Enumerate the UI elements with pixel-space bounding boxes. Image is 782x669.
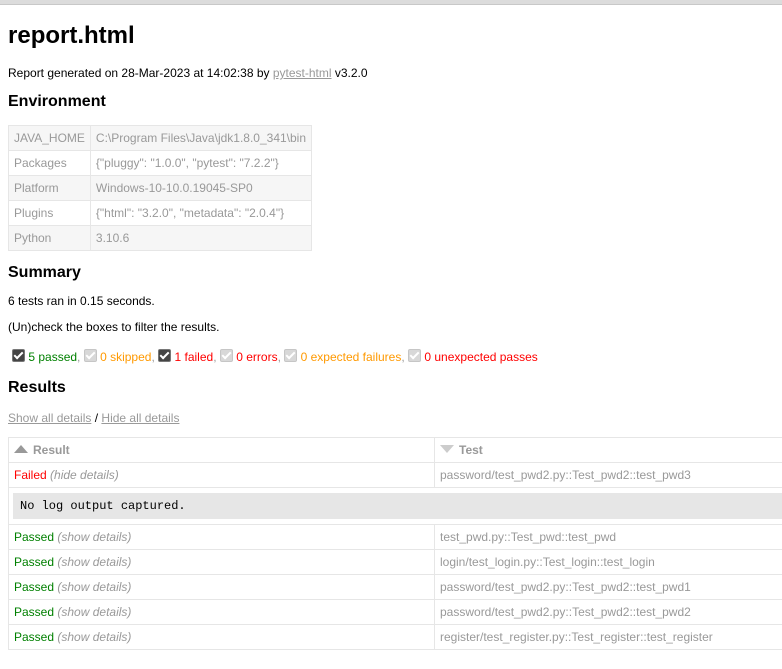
env-value: {"html": "3.2.0", "metadata": "2.0.4"} bbox=[89, 200, 313, 226]
table-row: Passed (show details) password/test_pwd2… bbox=[8, 574, 782, 600]
summary-hint: (Un)check the boxes to filter the result… bbox=[8, 320, 220, 334]
env-key: Python bbox=[8, 225, 91, 251]
result-status: Passed bbox=[14, 605, 55, 619]
env-row: Packages {"pluggy": "1.0.0", "pytest": "… bbox=[8, 150, 313, 176]
filter-passed-label: 5 passed bbox=[28, 350, 78, 364]
test-name-cell: login/test_login.py::Test_login::test_lo… bbox=[434, 549, 782, 575]
filter-passed[interactable]: 5 passed, bbox=[12, 349, 80, 365]
result-cell: Passed (show details) bbox=[8, 574, 435, 600]
result-cell: Failed (hide details) bbox=[8, 462, 435, 488]
filter-skipped-checkbox bbox=[83, 349, 97, 362]
test-name-cell: password/test_pwd2.py::Test_pwd2::test_p… bbox=[434, 462, 782, 488]
pytest-html-link[interactable]: pytest-html bbox=[273, 66, 332, 80]
summary-heading: Summary bbox=[8, 264, 81, 281]
filter-skipped-label: 0 skipped bbox=[100, 350, 152, 364]
filter-separator: , bbox=[151, 350, 155, 364]
env-row: Plugins {"html": "3.2.0", "metadata": "2… bbox=[8, 200, 313, 226]
result-cell: Passed (show details) bbox=[8, 599, 435, 625]
details-links: Show all details / Hide all details bbox=[8, 411, 179, 425]
env-row: JAVA_HOME C:\Program Files\Java\jdk1.8.0… bbox=[8, 125, 313, 151]
filter-failed-label: 1 failed bbox=[174, 350, 214, 364]
env-key: Platform bbox=[8, 175, 91, 201]
table-row: Passed (show details) test_pwd.py::Test_… bbox=[8, 524, 782, 550]
table-row: Passed (show details) register/test_regi… bbox=[8, 624, 782, 650]
filter-separator: , bbox=[277, 350, 281, 364]
filter-unexpected-passes-label: 0 unexpected passes bbox=[424, 350, 538, 364]
toggle-details-link[interactable]: (hide details) bbox=[50, 468, 119, 482]
results-table: Result Test Failed (hide details) passwo… bbox=[8, 437, 782, 650]
result-status: Passed bbox=[14, 630, 55, 644]
filter-separator: , bbox=[401, 350, 405, 364]
filter-expected-failures: 0 expected failures, bbox=[284, 349, 405, 365]
log-cell: No log output captured. bbox=[8, 487, 782, 525]
summary-ran: 6 tests ran in 0.15 seconds. bbox=[8, 294, 155, 308]
generated-suffix: v3.2.0 bbox=[331, 66, 368, 80]
page-title: report.html bbox=[8, 22, 135, 49]
result-status: Passed bbox=[14, 580, 55, 594]
result-status: Passed bbox=[14, 555, 55, 569]
log-row: No log output captured. bbox=[8, 487, 782, 525]
hide-all-details-link[interactable]: Hide all details bbox=[101, 411, 179, 425]
env-value: 3.10.6 bbox=[89, 225, 313, 251]
sort-descending-icon bbox=[440, 445, 454, 453]
results-header-row: Result Test bbox=[8, 437, 782, 463]
test-column-header[interactable]: Test bbox=[434, 437, 782, 463]
table-row: Failed (hide details) password/test_pwd2… bbox=[8, 462, 782, 488]
toggle-details-link[interactable]: (show details) bbox=[57, 555, 131, 569]
toggle-details-link[interactable]: (show details) bbox=[57, 605, 131, 619]
filter-separator: , bbox=[77, 350, 81, 364]
env-value: Windows-10-10.0.19045-SP0 bbox=[89, 175, 313, 201]
filter-failed-checkbox[interactable] bbox=[158, 349, 172, 362]
env-value: {"pluggy": "1.0.0", "pytest": "7.2.2"} bbox=[89, 150, 313, 176]
result-column-header[interactable]: Result bbox=[8, 437, 435, 463]
filter-passed-checkbox[interactable] bbox=[12, 349, 25, 362]
test-name-cell: test_pwd.py::Test_pwd::test_pwd bbox=[434, 524, 782, 550]
test-column-label: Test bbox=[459, 443, 483, 457]
details-links-separator: / bbox=[91, 411, 102, 425]
env-key: Plugins bbox=[8, 200, 91, 226]
toggle-details-link[interactable]: (show details) bbox=[57, 630, 131, 644]
env-row: Python 3.10.6 bbox=[8, 225, 313, 251]
result-status: Passed bbox=[14, 530, 55, 544]
results-heading: Results bbox=[8, 379, 66, 396]
result-cell: Passed (show details) bbox=[8, 624, 435, 650]
filter-skipped: 0 skipped, bbox=[83, 349, 155, 365]
generated-prefix: Report generated on 28-Mar-2023 at 14:02… bbox=[8, 66, 273, 80]
filter-expected-failures-checkbox bbox=[284, 349, 298, 362]
table-row: Passed (show details) login/test_login.p… bbox=[8, 549, 782, 575]
test-name-cell: register/test_register.py::Test_register… bbox=[434, 624, 782, 650]
table-row: Passed (show details) password/test_pwd2… bbox=[8, 599, 782, 625]
test-name-cell: password/test_pwd2.py::Test_pwd2::test_p… bbox=[434, 599, 782, 625]
filter-bar: 5 passed, 0 skipped, 1 failed, 0 errors,… bbox=[12, 349, 538, 365]
filter-unexpected-passes-checkbox bbox=[408, 349, 422, 362]
environment-heading: Environment bbox=[8, 93, 106, 110]
filter-unexpected-passes: 0 unexpected passes bbox=[408, 349, 538, 365]
filter-errors: 0 errors, bbox=[219, 349, 281, 365]
result-cell: Passed (show details) bbox=[8, 524, 435, 550]
filter-errors-checkbox bbox=[219, 349, 233, 362]
generated-line: Report generated on 28-Mar-2023 at 14:02… bbox=[8, 66, 368, 80]
filter-expected-failures-label: 0 expected failures bbox=[300, 350, 402, 364]
test-name-cell: password/test_pwd2.py::Test_pwd2::test_p… bbox=[434, 574, 782, 600]
log-output: No log output captured. bbox=[13, 493, 782, 519]
env-key: JAVA_HOME bbox=[8, 125, 91, 151]
toggle-details-link[interactable]: (show details) bbox=[57, 580, 131, 594]
toggle-details-link[interactable]: (show details) bbox=[57, 530, 131, 544]
result-cell: Passed (show details) bbox=[8, 549, 435, 575]
filter-separator: , bbox=[213, 350, 217, 364]
env-value: C:\Program Files\Java\jdk1.8.0_341\bin bbox=[89, 125, 313, 151]
sort-ascending-icon bbox=[14, 445, 28, 453]
filter-failed[interactable]: 1 failed, bbox=[158, 349, 217, 365]
env-row: Platform Windows-10-10.0.19045-SP0 bbox=[8, 175, 313, 201]
environment-table: JAVA_HOME C:\Program Files\Java\jdk1.8.0… bbox=[8, 125, 313, 251]
result-status: Failed bbox=[14, 468, 47, 482]
browser-top-edge bbox=[0, 0, 782, 5]
show-all-details-link[interactable]: Show all details bbox=[8, 411, 91, 425]
filter-errors-label: 0 errors bbox=[236, 350, 278, 364]
env-key: Packages bbox=[8, 150, 91, 176]
result-column-label: Result bbox=[33, 443, 70, 457]
